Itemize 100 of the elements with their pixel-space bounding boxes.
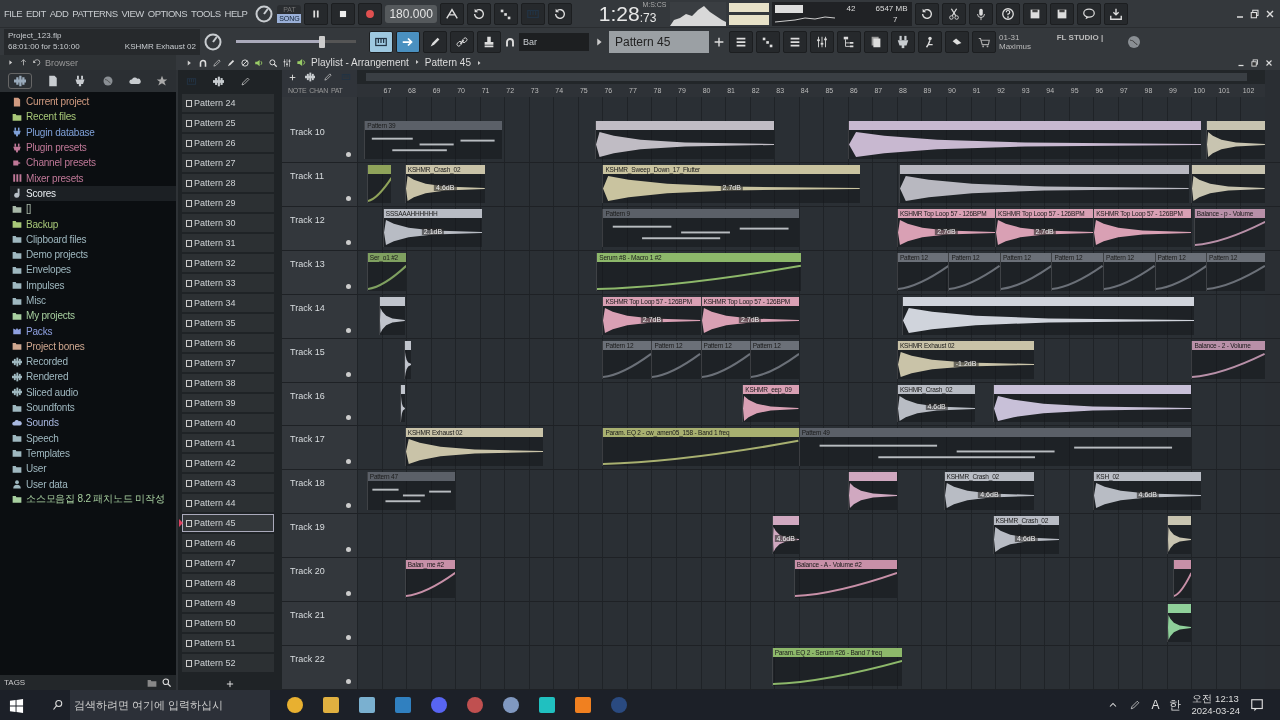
pattern-item[interactable]: Pattern 51	[182, 634, 274, 652]
input-indicator[interactable]: 한	[1169, 696, 1182, 714]
track-name[interactable]: Track 20	[290, 566, 325, 577]
browser-item[interactable]: Mixer presets	[10, 170, 176, 186]
browser-item[interactable]: Misc	[10, 292, 176, 309]
browser-item[interactable]: Envelopes	[10, 262, 176, 278]
browser-item[interactable]: Sounds	[10, 415, 176, 431]
pattern-item[interactable]: Pattern 24	[182, 94, 274, 112]
hint-title: FL STUDIO |	[1056, 32, 1105, 42]
menu-item[interactable]: HELP	[224, 8, 248, 19]
browser-item[interactable]: Scores	[10, 185, 176, 202]
browser-item[interactable]: Channel presets	[10, 155, 176, 171]
centiseconds: :73	[639, 10, 657, 25]
pattern-item[interactable]: Pattern 28	[182, 174, 274, 192]
channel-name: KSHMR Exhaust 02	[124, 41, 196, 53]
track-name[interactable]: Track 22	[290, 654, 325, 665]
browser-item[interactable]: Sliced audio	[10, 384, 176, 400]
browser-title: Browser	[45, 57, 78, 68]
browser-item[interactable]: Impulses	[10, 277, 176, 293]
track-name[interactable]: Track 13	[290, 258, 325, 269]
pattern-item[interactable]: Pattern 45	[182, 514, 274, 532]
pattern-item[interactable]: Pattern 43	[182, 474, 274, 492]
track-name[interactable]: Track 10	[290, 127, 325, 137]
track-name[interactable]: Track 18	[290, 478, 325, 489]
pattern-item[interactable]: Pattern 38	[182, 374, 274, 392]
pattern-item[interactable]: Pattern 25	[182, 114, 274, 132]
pattern-item[interactable]: Pattern 48	[182, 574, 274, 592]
menu-item[interactable]: VIEW	[121, 8, 144, 19]
snap-dropdown[interactable]: Bar	[519, 32, 589, 51]
browser-item[interactable]: Recorded	[10, 354, 176, 370]
pattern-item[interactable]: Pattern 30	[182, 214, 274, 232]
browser-item[interactable]: Plugin presets	[10, 139, 176, 156]
menu-item[interactable]: ADD	[49, 8, 69, 19]
track-name[interactable]: Track 16	[290, 390, 325, 401]
browser-item[interactable]: []	[10, 201, 176, 217]
browser-item[interactable]: Recent files	[10, 109, 176, 125]
window-subtitle: Pattern 45	[424, 57, 471, 68]
song-position: 68:01:00 for 5:10:00	[8, 41, 81, 53]
pattern-item[interactable]: Pattern 33	[182, 274, 274, 292]
pattern-item[interactable]: Pattern 32	[182, 254, 274, 272]
pattern-item[interactable]: Pattern 29	[182, 194, 274, 212]
track-name[interactable]: Track 15	[290, 346, 325, 357]
browser-item[interactable]: Current project	[10, 94, 176, 110]
track-name[interactable]: Track 14	[290, 302, 325, 313]
cpu-reading: 42	[846, 3, 856, 13]
pattern-item[interactable]: Pattern 34	[182, 294, 274, 312]
track-name[interactable]: Track 21	[290, 610, 325, 621]
track-name[interactable]: Track 11	[290, 170, 324, 181]
taskbar-time[interactable]: 오전 12:13	[1192, 693, 1239, 705]
browser-item[interactable]: Templates	[10, 445, 176, 462]
browser-item[interactable]: User data	[10, 476, 176, 492]
pattern-item[interactable]: Pattern 31	[182, 234, 274, 252]
project-filename: Project_123.flp	[8, 30, 63, 42]
pattern-item[interactable]: Pattern 27	[182, 154, 274, 172]
browser-item[interactable]: Demo projects	[10, 246, 176, 263]
browser-item[interactable]: Plugin database	[10, 124, 176, 140]
pattern-item[interactable]: Pattern 37	[182, 354, 274, 372]
pattern-item[interactable]: Pattern 36	[182, 334, 274, 352]
window-title: Playlist - Arrangement	[311, 57, 409, 68]
pattern-item[interactable]: Pattern 44	[182, 494, 274, 512]
pattern-item[interactable]: Pattern 26	[182, 134, 274, 152]
pattern-item[interactable]: Pattern 35	[182, 314, 274, 332]
browser-item[interactable]: Clipboard files	[10, 231, 176, 247]
browser-item[interactable]: Backup	[10, 216, 176, 232]
browser-item[interactable]: Packs	[10, 323, 176, 339]
memory-reading: 6547 MB	[875, 3, 908, 13]
browser-item[interactable]: Speech	[10, 430, 176, 446]
menu-item[interactable]: TOOLS	[191, 8, 221, 19]
tempo-display[interactable]: 180.000	[385, 4, 437, 23]
time-display: 1:28	[598, 2, 640, 25]
pattern-item[interactable]: Pattern 50	[182, 614, 274, 632]
browser-item[interactable]: Project bones	[10, 338, 176, 355]
pattern-item[interactable]: Pattern 47	[182, 554, 274, 572]
browser-item[interactable]: My projects	[10, 308, 176, 324]
track-name[interactable]: Track 12	[290, 214, 325, 225]
pattern-item[interactable]: Pattern 52	[182, 654, 274, 672]
tags-label: TAGS	[4, 678, 26, 687]
taskbar-date[interactable]: 2024-03-24	[1191, 705, 1240, 717]
pattern-item[interactable]: Pattern 46	[182, 534, 274, 552]
pattern-item[interactable]: Pattern 40	[182, 414, 274, 432]
menu-item[interactable]: OPTIONS	[147, 8, 188, 19]
browser-item[interactable]: Soundfonts	[10, 399, 176, 416]
pattern-item[interactable]: Pattern 39	[182, 394, 274, 412]
pattern-item[interactable]: Pattern 42	[182, 454, 274, 472]
pattern-item[interactable]: Pattern 41	[182, 434, 274, 452]
search-field[interactable]: 검색하려면 여기에 입력하십시	[70, 690, 270, 720]
hint-code: 01-31	[999, 32, 1021, 42]
menu-item[interactable]: FILE	[4, 8, 23, 19]
menu-item[interactable]: PATTERNS	[72, 8, 118, 19]
track-name[interactable]: Track 17	[290, 434, 325, 445]
pattern-selector[interactable]: Pattern 45	[609, 30, 709, 53]
hint-text: Maximus	[999, 41, 1032, 51]
pattern-item[interactable]: Pattern 49	[182, 594, 274, 612]
browser-item[interactable]: Rendered	[10, 369, 176, 385]
browser-item[interactable]: 소스모음집 8.2 패치노드 미작성	[10, 491, 176, 507]
polyphony-reading: 7	[893, 14, 898, 24]
input-indicator[interactable]: A	[1151, 698, 1160, 712]
menu-item[interactable]: EDIT	[26, 8, 46, 19]
browser-item[interactable]: User	[10, 461, 176, 477]
track-name[interactable]: Track 19	[290, 522, 325, 533]
